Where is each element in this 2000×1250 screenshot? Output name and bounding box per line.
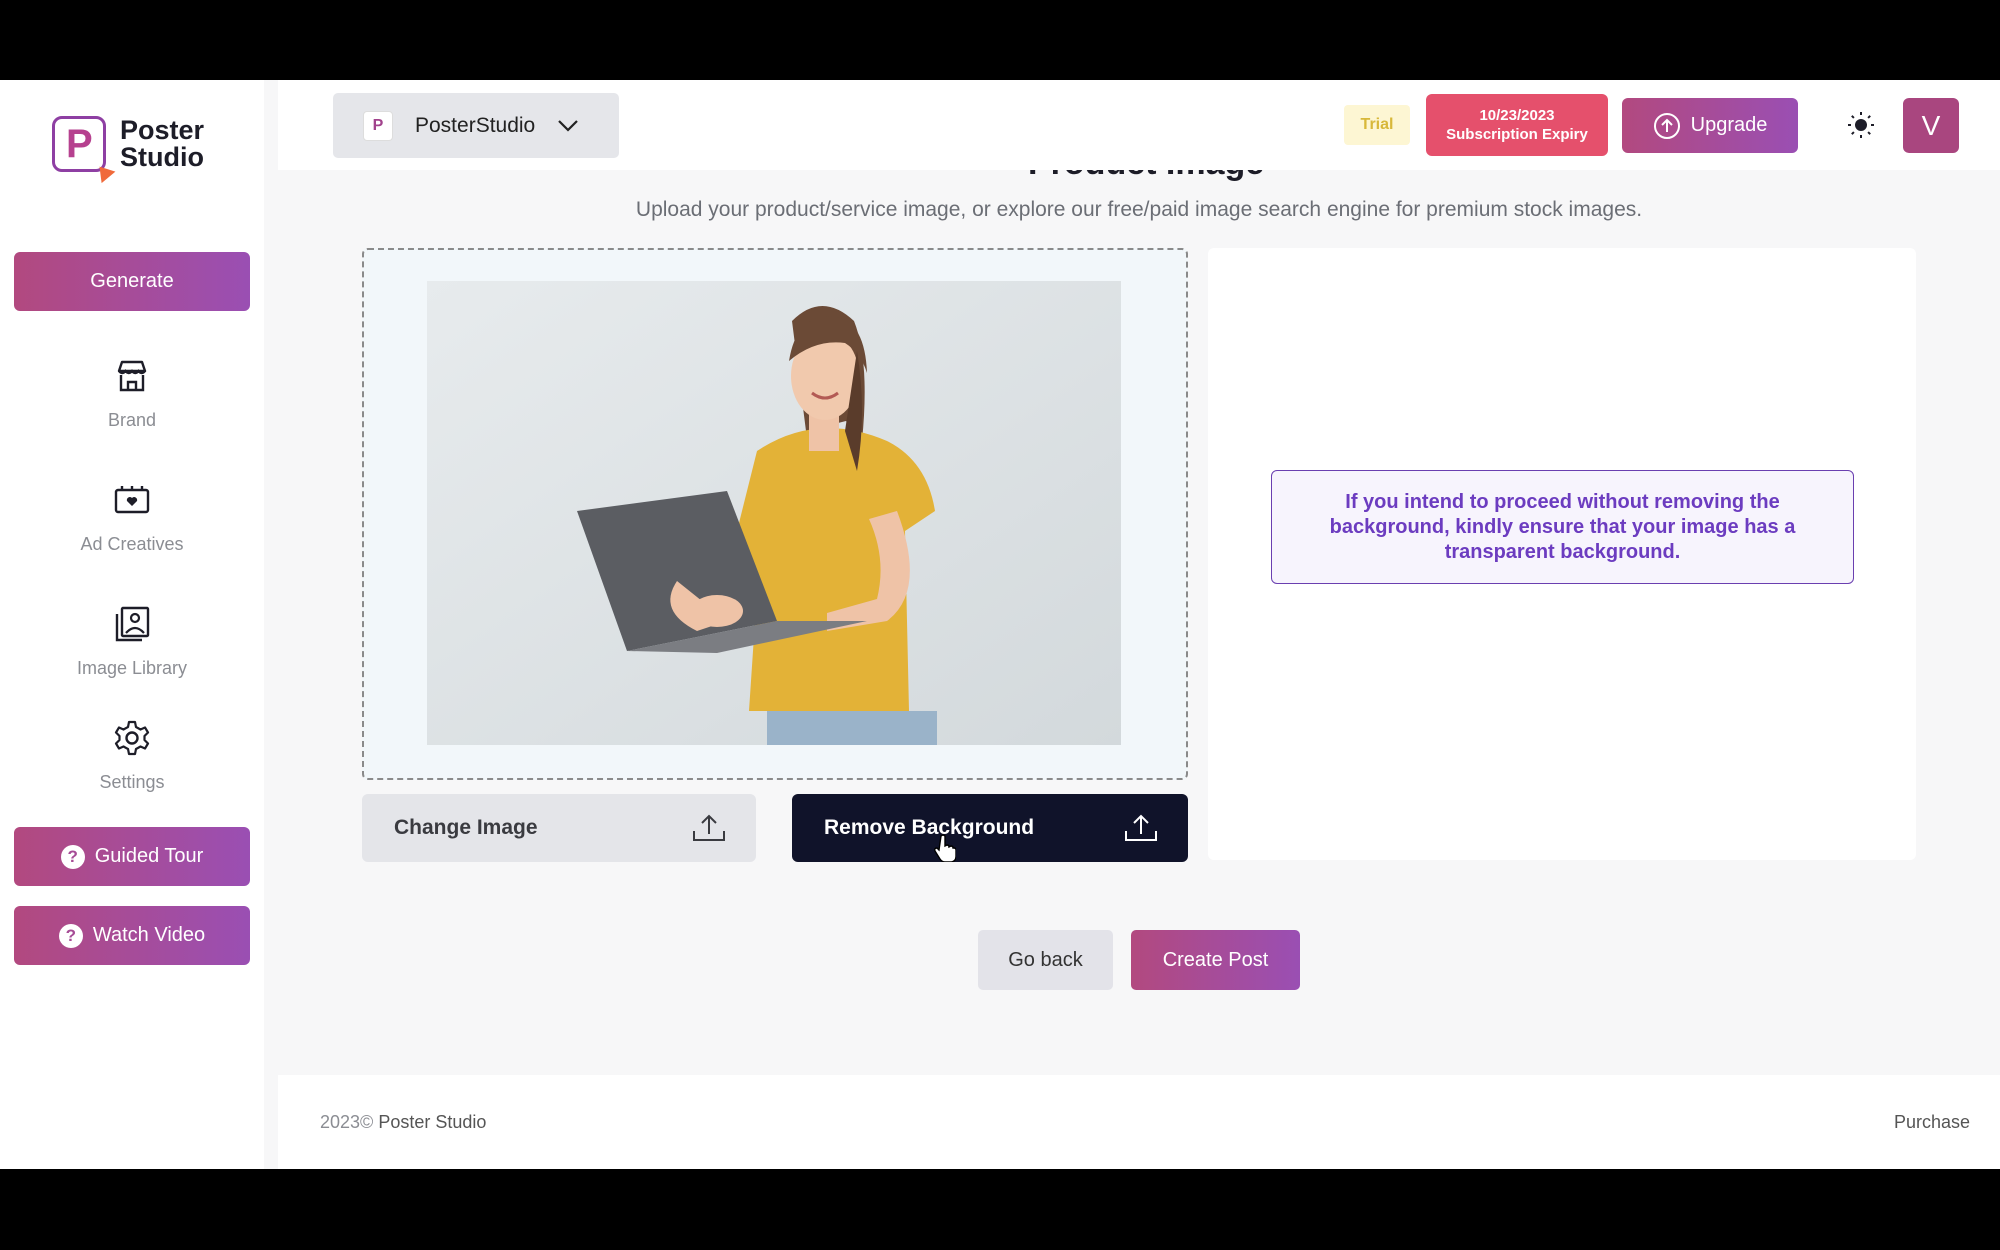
remove-background-label: Remove Background xyxy=(824,816,1035,839)
top-header: P PosterStudio Trial 10/23/2023 Subscrip… xyxy=(278,80,2000,170)
upgrade-label: Upgrade xyxy=(1690,114,1768,136)
trial-badge: Trial xyxy=(1344,105,1410,145)
sidebar: P Poster Studio Generate Brand Ad Creati… xyxy=(0,80,264,1169)
ad-creatives-icon xyxy=(114,486,150,514)
create-post-button[interactable]: Create Post xyxy=(1131,930,1300,990)
hand-cursor-icon xyxy=(934,834,956,862)
product-photo-illustration xyxy=(427,281,1121,745)
subscription-expiry-badge: 10/23/2023 Subscription Expiry xyxy=(1426,94,1608,156)
copyright: 2023© Poster Studio xyxy=(320,1112,486,1133)
store-icon xyxy=(117,360,147,392)
upload-icon xyxy=(1125,814,1157,841)
logo-text: Poster Studio xyxy=(120,117,204,171)
generate-button-label: Generate xyxy=(90,270,174,292)
copyright-brand: Poster Studio xyxy=(378,1111,487,1132)
sidebar-item-label: Brand xyxy=(107,410,157,430)
gear-icon xyxy=(114,720,150,756)
expiry-label: Subscription Expiry xyxy=(1446,126,1588,143)
upload-icon xyxy=(693,814,725,841)
expiry-date: 10/23/2023 xyxy=(1479,107,1555,124)
question-icon: ? xyxy=(60,844,85,869)
remove-background-button[interactable]: Remove Background xyxy=(792,794,1188,862)
sidebar-item-label: Ad Creatives xyxy=(80,534,184,554)
watch-video-label: Watch Video xyxy=(92,924,206,946)
sidebar-item-brand[interactable]: Brand xyxy=(0,356,264,431)
workspace-icon: P xyxy=(363,110,393,141)
copyright-year: 2023© xyxy=(320,1111,374,1132)
app-root: P Poster Studio Generate Brand Ad Creati… xyxy=(0,80,2000,1169)
logo-text-line1: Poster xyxy=(120,115,205,145)
product-image xyxy=(427,281,1121,745)
theme-toggle-sun-icon[interactable] xyxy=(1846,110,1876,140)
logo-triangle-icon xyxy=(92,160,116,184)
generate-button[interactable]: Generate xyxy=(14,252,250,311)
user-avatar[interactable]: V xyxy=(1903,98,1959,153)
logo-letter: P xyxy=(66,122,93,166)
page-subtitle: Upload your product/service image, or ex… xyxy=(635,198,1643,221)
question-icon: ? xyxy=(58,923,83,948)
sidebar-item-label: Settings xyxy=(99,772,165,792)
purchase-link[interactable]: Purchase xyxy=(1894,1112,1970,1133)
watch-video-button[interactable]: ? Watch Video xyxy=(14,906,250,965)
change-image-button[interactable]: Change Image xyxy=(362,794,756,862)
upgrade-button[interactable]: Upgrade xyxy=(1622,98,1798,153)
sidebar-item-ad-creatives[interactable]: Ad Creatives xyxy=(0,480,264,555)
sidebar-item-settings[interactable]: Settings xyxy=(0,718,264,793)
logo[interactable]: P Poster Studio xyxy=(52,116,204,184)
guided-tour-label: Guided Tour xyxy=(94,845,204,867)
logo-mark-icon: P xyxy=(52,116,116,184)
footer: 2023© Poster Studio Purchase xyxy=(278,1075,2000,1169)
image-library-icon xyxy=(115,606,150,642)
create-post-label: Create Post xyxy=(1162,948,1269,971)
change-image-label: Change Image xyxy=(394,816,538,839)
go-back-button[interactable]: Go back xyxy=(978,930,1113,990)
sidebar-item-image-library[interactable]: Image Library xyxy=(0,604,264,679)
workspace-name: PosterStudio xyxy=(415,113,536,137)
transparent-background-notice: If you intend to proceed without removin… xyxy=(1271,470,1854,584)
workspace-select[interactable]: P PosterStudio xyxy=(333,93,619,158)
sidebar-item-label: Image Library xyxy=(76,658,188,678)
upload-circle-icon xyxy=(1653,112,1680,139)
chevron-down-icon xyxy=(558,119,579,132)
guided-tour-button[interactable]: ? Guided Tour xyxy=(14,827,250,886)
logo-text-line2: Studio xyxy=(120,142,204,172)
